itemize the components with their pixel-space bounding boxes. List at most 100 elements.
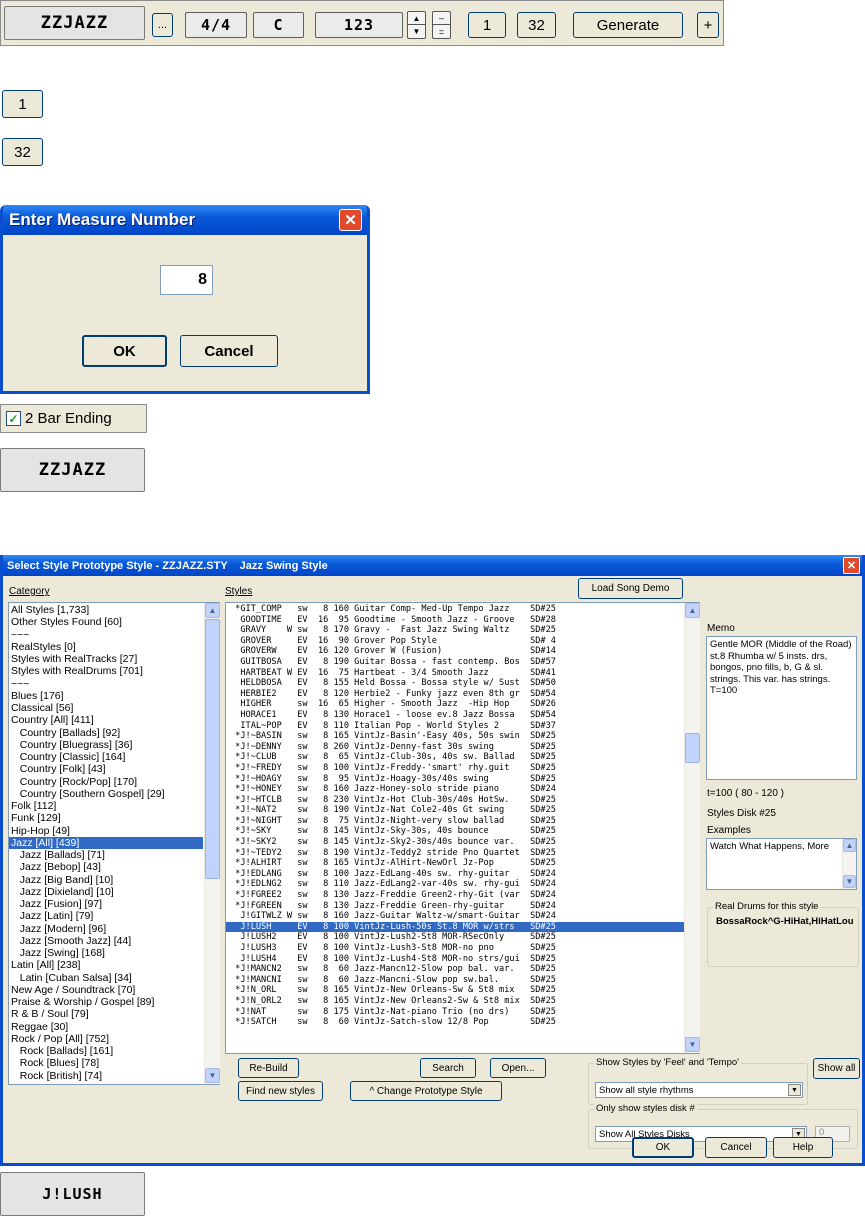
style-row[interactable]: *GIT_COMP sw 8 160 Guitar Comp- Med-Up T… — [226, 604, 684, 615]
dropdown-arrow-icon[interactable]: ▼ — [788, 1084, 801, 1096]
style-row[interactable]: *J!~FREDY sw 8 100 VintJz-Freddy-'smart'… — [226, 763, 684, 774]
category-scrollbar[interactable]: ▲ ▼ — [204, 603, 220, 1084]
style-row[interactable]: *J!MANCNI sw 8 60 Jazz-Mancni-Slow pop s… — [226, 975, 684, 986]
style-row[interactable]: *J!N_ORL2 sw 8 165 VintJz-New Orleans2-S… — [226, 996, 684, 1007]
category-item[interactable]: Classical [56] — [9, 702, 203, 714]
category-item[interactable]: Rock [Ballads] [161] — [9, 1045, 203, 1057]
selected-style-box[interactable]: J!LUSH — [0, 1172, 145, 1216]
style-name-box[interactable]: ZZJAZZ — [0, 448, 145, 492]
scroll-down-icon[interactable]: ▼ — [685, 1037, 700, 1052]
show-all-button[interactable]: Show all — [813, 1058, 860, 1079]
cancel-button[interactable]: Cancel — [705, 1137, 767, 1158]
open-button[interactable]: Open... — [490, 1058, 546, 1078]
examples-scrollbar[interactable]: ▲ ▼ — [842, 839, 856, 889]
measure-cancel-button[interactable]: Cancel — [180, 335, 278, 367]
equals-icon[interactable]: = — [433, 25, 450, 38]
category-item[interactable]: Country [Southern Gospel] [29] — [9, 788, 203, 800]
measure-ok-button[interactable]: OK — [82, 335, 167, 367]
find-new-styles-button[interactable]: Find new styles — [238, 1081, 323, 1101]
category-item[interactable]: Jazz [Ballads] [71] — [9, 849, 203, 861]
style-row[interactable]: J!LUSH2 EV 8 100 VintJz-Lush2-St8 MOR-RS… — [226, 932, 684, 943]
category-item[interactable]: Rock [Blues] [78] — [9, 1057, 203, 1069]
category-item[interactable]: Jazz [Bebop] [43] — [9, 861, 203, 873]
category-item[interactable]: Country [Folk] [43] — [9, 763, 203, 775]
minus-icon[interactable]: – — [433, 12, 450, 25]
category-item[interactable]: Latin [All] [238] — [9, 959, 203, 971]
category-item[interactable]: New Age / Soundtrack [70] — [9, 984, 203, 996]
close-icon[interactable]: ✕ — [339, 209, 362, 231]
style-row[interactable]: J!GITWLZ W sw 8 160 Jazz-Guitar Waltz-w/… — [226, 911, 684, 922]
category-item[interactable]: Styles with RealDrums [701] — [9, 665, 203, 677]
time-signature-display[interactable]: 4/4 — [185, 12, 247, 38]
scroll-down-icon[interactable]: ▼ — [205, 1068, 220, 1083]
category-list[interactable]: All Styles [1,733] Other Styles Found [60… — [8, 602, 220, 1085]
key-display[interactable]: C — [253, 12, 304, 38]
style-row[interactable]: *J!~HONEY sw 8 160 Jazz-Honey-solo strid… — [226, 784, 684, 795]
category-item[interactable]: Rock / Pop [All] [752] — [9, 1033, 203, 1045]
category-item[interactable]: Reggae [30] — [9, 1021, 203, 1033]
category-item[interactable]: Styles with RealTracks [27] — [9, 653, 203, 665]
checkbox-checked-icon[interactable]: ✓ — [6, 411, 21, 426]
style-row[interactable]: *J!~DENNY sw 8 260 VintJz-Denny-fast 30s… — [226, 742, 684, 753]
category-item[interactable]: RealStyles [0] — [9, 641, 203, 653]
tempo-display[interactable]: 123 — [315, 12, 403, 38]
category-item[interactable]: Jazz [Swing] [168] — [9, 947, 203, 959]
style-row[interactable]: J!LUSH EV 8 100 VintJz-Lush-50s St.8 MOR… — [226, 921, 684, 933]
add-button[interactable]: + — [697, 12, 719, 38]
scroll-thumb[interactable] — [205, 619, 220, 879]
style-row[interactable]: HIGHER sw 16 65 Higher - Smooth Jazz -Hi… — [226, 699, 684, 710]
style-row[interactable]: HERBIE2 EV 8 120 Herbie2 - Funky jazz ev… — [226, 689, 684, 700]
category-item[interactable]: Country [Rock/Pop] [170] — [9, 776, 203, 788]
style-row[interactable]: *J!SATCH sw 8 60 VintJz-Satch-slow 12/8 … — [226, 1017, 684, 1028]
category-item[interactable]: Country [Ballads] [92] — [9, 727, 203, 739]
style-row[interactable]: *J!N_ORL sw 8 165 VintJz-New Orleans-Sw … — [226, 985, 684, 996]
style-name-display[interactable]: ZZJAZZ — [4, 6, 145, 40]
end-measure-button[interactable]: 32 — [517, 12, 556, 38]
rebuild-button[interactable]: Re-Build — [238, 1058, 299, 1078]
tempo-up-icon[interactable]: ▲ — [408, 12, 425, 25]
style-row[interactable]: *J!FGREEN sw 8 130 Jazz-Freddie Green-rh… — [226, 901, 684, 912]
scroll-down-icon[interactable]: ▼ — [843, 875, 856, 888]
start-measure-button[interactable]: 1 — [468, 12, 506, 38]
tempo-down-icon[interactable]: ▼ — [408, 25, 425, 38]
style-row[interactable]: *J!~HTCLB sw 8 230 VintJz-Hot Club-30s/4… — [226, 795, 684, 806]
style-row[interactable]: J!LUSH4 EV 8 100 VintJz-Lush4-St8 MOR-no… — [226, 954, 684, 965]
measure-one-button[interactable]: 1 — [2, 90, 43, 118]
category-item[interactable]: Country [All] [411] — [9, 714, 203, 726]
style-row[interactable]: *J!MANCN2 sw 8 60 Jazz-Mancn12-Slow pop … — [226, 964, 684, 975]
category-item[interactable]: Country [Classic] [164] — [9, 751, 203, 763]
scroll-up-icon[interactable]: ▲ — [685, 603, 700, 618]
change-prototype-button[interactable]: ^ Change Prototype Style — [350, 1081, 502, 1101]
style-dots-button[interactable]: ... — [152, 13, 173, 37]
category-item[interactable]: Jazz [Dixieland] [10] — [9, 886, 203, 898]
two-bar-ending-checkbox[interactable]: ✓ 2 Bar Ending — [0, 404, 147, 433]
style-row[interactable]: GROVERW EV 16 120 Grover W (Fusion) SD#1… — [226, 646, 684, 657]
tempo-plus-minus-buttons[interactable]: – = — [432, 11, 451, 39]
styles-scrollbar[interactable]: ▲ ▼ — [684, 603, 700, 1053]
category-item[interactable]: ~~~ — [9, 629, 203, 641]
category-item[interactable]: All Styles [1,733] — [9, 604, 203, 616]
category-item[interactable]: Latin [Cuban Salsa] [34] — [9, 972, 203, 984]
style-row[interactable]: *J!~TEDY2 sw 8 190 VintJz-Teddy2 stride … — [226, 848, 684, 859]
category-item[interactable]: Jazz [Big Band] [10] — [9, 874, 203, 886]
scroll-up-icon[interactable]: ▲ — [843, 839, 856, 852]
style-row[interactable]: *J!EDLNG2 sw 8 110 Jazz-EdLang2-var-40s … — [226, 879, 684, 890]
style-row[interactable]: *J!~NAT2 sw 8 190 VintJz-Nat Cole2-40s G… — [226, 805, 684, 816]
tempo-spinner[interactable]: ▲ ▼ — [407, 11, 426, 39]
category-item[interactable]: Rock [British] [74] — [9, 1070, 203, 1082]
close-icon[interactable]: ✕ — [843, 557, 860, 574]
style-row[interactable]: *J!~BASIN sw 8 165 VintJz-Basin'-Easy 40… — [226, 731, 684, 742]
category-item[interactable]: Jazz [All] [439] — [9, 836, 203, 849]
measure-thirtytwo-button[interactable]: 32 — [2, 138, 43, 166]
style-row[interactable]: HELDBOSA EV 8 155 Held Bossa - Bossa sty… — [226, 678, 684, 689]
measure-number-input[interactable]: 8 — [160, 265, 213, 295]
category-item[interactable]: R & B / Soul [79] — [9, 1008, 203, 1020]
ok-button[interactable]: OK — [632, 1137, 694, 1158]
category-item[interactable]: Jazz [Smooth Jazz] [44] — [9, 935, 203, 947]
scroll-up-icon[interactable]: ▲ — [205, 603, 220, 618]
search-button[interactable]: Search — [420, 1058, 476, 1078]
category-item[interactable]: Jazz [Fusion] [97] — [9, 898, 203, 910]
category-item[interactable]: Blues [176] — [9, 690, 203, 702]
category-item[interactable]: Other Styles Found [60] — [9, 616, 203, 628]
feel-select[interactable]: Show all style rhythms ▼ — [595, 1082, 803, 1098]
